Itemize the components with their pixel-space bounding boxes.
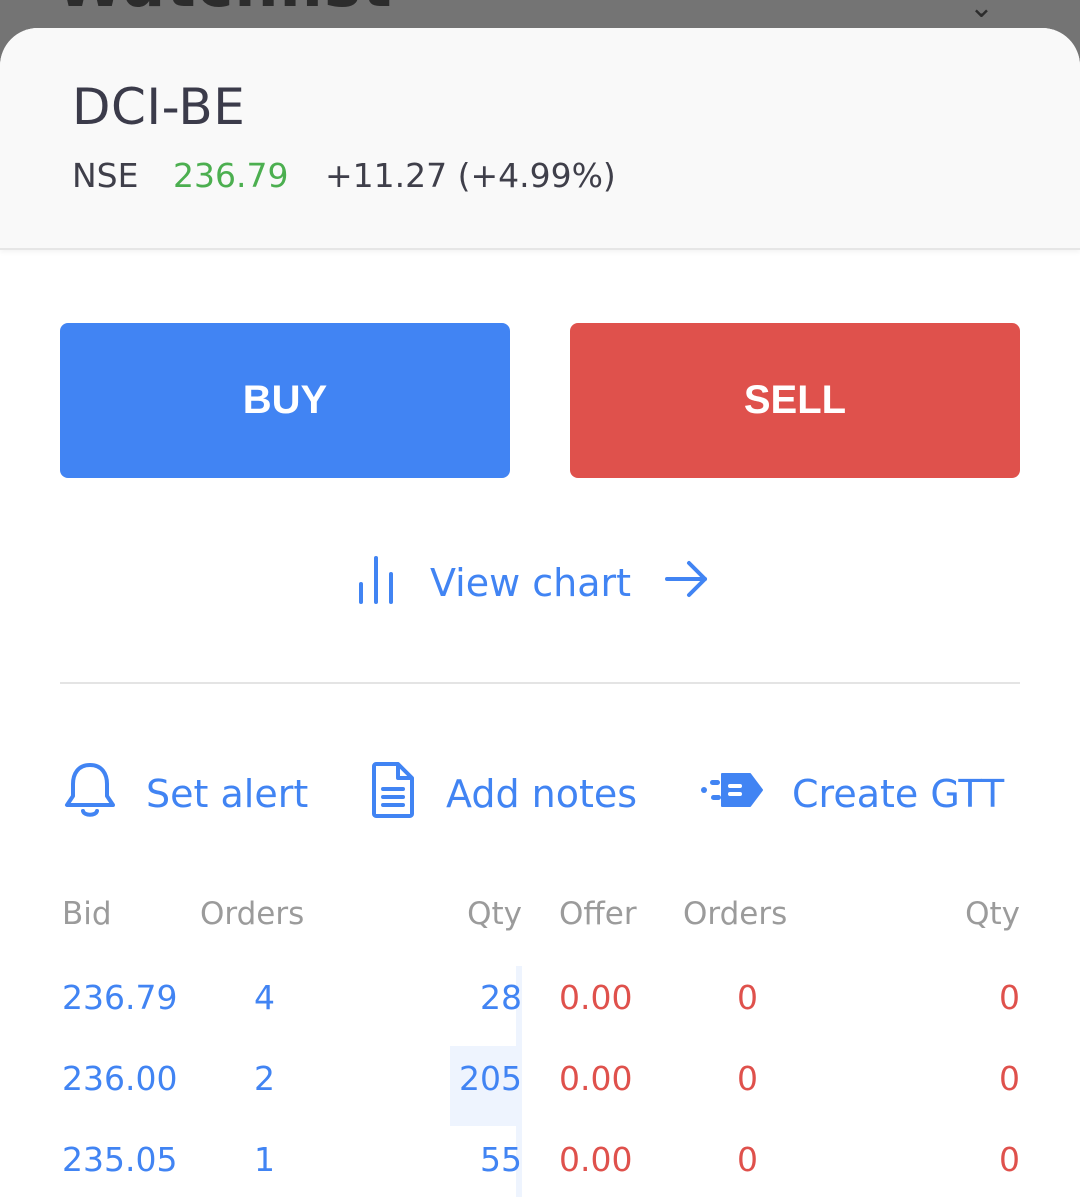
view-chart-label: View chart bbox=[430, 561, 632, 605]
depth-row: 236.79 4 28 0.00 0 0 bbox=[0, 978, 1080, 1058]
section-divider bbox=[60, 682, 1020, 684]
header-bid-qty: Qty bbox=[467, 896, 522, 932]
view-chart-link[interactable]: View chart bbox=[356, 553, 709, 613]
market-depth-header: Bid Orders Qty Offer Orders Qty bbox=[0, 896, 1080, 946]
sell-button[interactable]: SELL bbox=[570, 323, 1020, 478]
bid-qty: 28 bbox=[480, 978, 522, 1017]
add-notes-button[interactable]: Add notes bbox=[368, 761, 638, 824]
background-page-title: Watchlist bbox=[56, 0, 393, 21]
add-notes-label: Add notes bbox=[446, 772, 638, 816]
offer-qty: 0 bbox=[999, 978, 1020, 1017]
bid-orders: 2 bbox=[254, 1059, 275, 1098]
bid-qty: 205 bbox=[459, 1059, 522, 1098]
exchange-label: NSE bbox=[72, 156, 139, 195]
bid-orders: 1 bbox=[254, 1140, 275, 1179]
bid-qty: 55 bbox=[480, 1140, 522, 1179]
bid-orders: 4 bbox=[254, 978, 275, 1017]
offer-qty: 0 bbox=[999, 1140, 1020, 1179]
last-traded-price: 236.79 bbox=[172, 156, 289, 195]
background-chevron-icon: ⌄ bbox=[968, 0, 994, 25]
instrument-bottom-sheet: DCI-BE NSE 236.79 +11.27 (+4.99%) BUY SE… bbox=[0, 28, 1080, 1197]
bid-price: 236.00 bbox=[62, 1059, 178, 1098]
offer-price: 0.00 bbox=[559, 1140, 633, 1179]
header-bid: Bid bbox=[62, 896, 112, 932]
header-bid-orders: Orders bbox=[200, 896, 305, 932]
set-alert-button[interactable]: Set alert bbox=[62, 762, 309, 824]
price-change: +11.27 (+4.99%) bbox=[324, 156, 616, 195]
offer-orders: 0 bbox=[737, 978, 758, 1017]
offer-price: 0.00 bbox=[559, 978, 633, 1017]
offer-orders: 0 bbox=[737, 1140, 758, 1179]
offer-qty: 0 bbox=[999, 1059, 1020, 1098]
header-offer: Offer bbox=[559, 896, 637, 932]
arrow-right-icon bbox=[665, 559, 709, 608]
document-icon bbox=[368, 761, 418, 828]
depth-row: 235.05 1 55 0.00 0 0 bbox=[0, 1140, 1080, 1197]
header-offer-orders: Orders bbox=[683, 896, 788, 932]
header-offer-qty: Qty bbox=[965, 896, 1020, 932]
bell-icon bbox=[62, 761, 118, 828]
buy-button[interactable]: BUY bbox=[60, 323, 510, 478]
bid-price: 236.79 bbox=[62, 978, 178, 1017]
instrument-symbol: DCI-BE bbox=[72, 78, 246, 136]
depth-row: 236.00 2 205 0.00 0 0 bbox=[0, 1059, 1080, 1139]
offer-price: 0.00 bbox=[559, 1059, 633, 1098]
gtt-icon bbox=[700, 770, 764, 819]
bar-chart-icon bbox=[356, 554, 396, 613]
instrument-header: DCI-BE NSE 236.79 +11.27 (+4.99%) bbox=[0, 28, 1080, 250]
create-gtt-button[interactable]: Create GTT bbox=[700, 764, 1004, 824]
bid-price: 235.05 bbox=[62, 1140, 178, 1179]
create-gtt-label: Create GTT bbox=[792, 772, 1005, 816]
offer-orders: 0 bbox=[737, 1059, 758, 1098]
quote-row: NSE 236.79 +11.27 (+4.99%) bbox=[72, 156, 616, 195]
set-alert-label: Set alert bbox=[146, 772, 309, 816]
